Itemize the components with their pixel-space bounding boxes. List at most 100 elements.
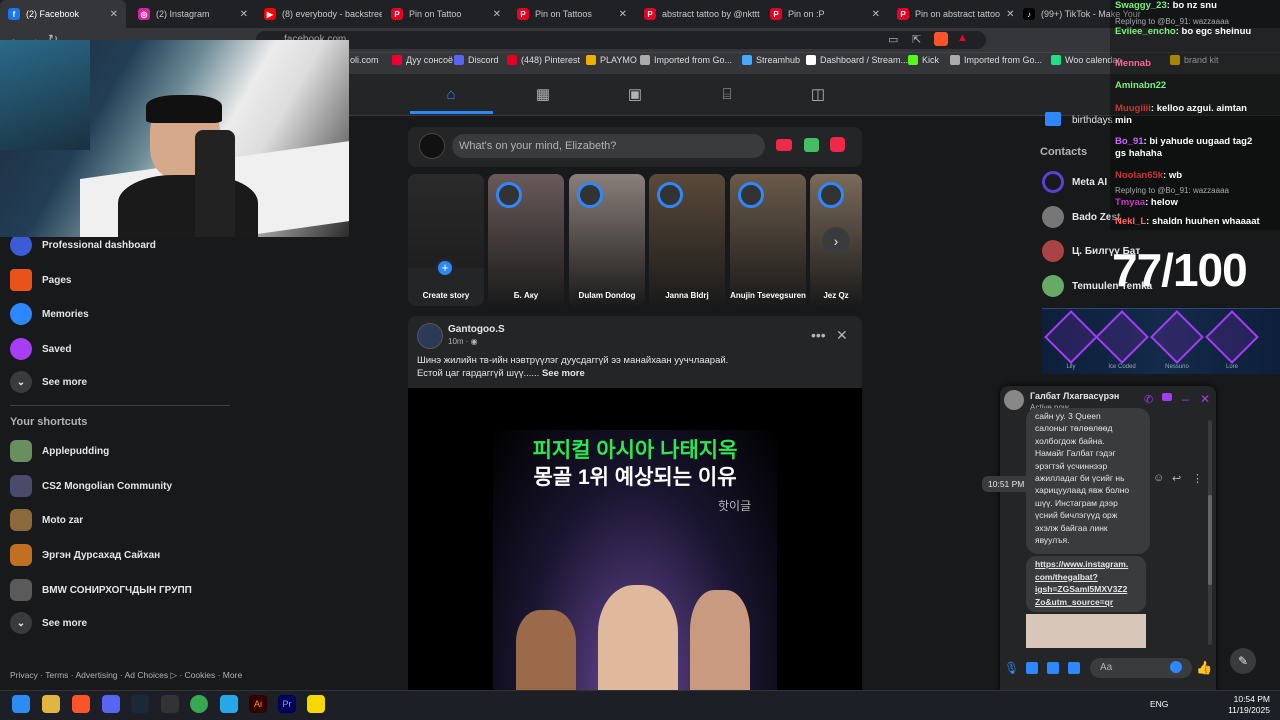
new-message-button[interactable]: ✎ — [1230, 648, 1256, 674]
message-link[interactable]: https://www.instagram. — [1035, 559, 1128, 569]
tab-close-icon[interactable]: ✕ — [872, 9, 880, 20]
call-icon[interactable]: ✆ — [1144, 393, 1153, 406]
see-more-button[interactable]: ⌄ See more — [10, 371, 87, 393]
clock-time[interactable]: 10:54 PM — [1226, 694, 1270, 704]
post-time[interactable]: 10m · ◉ — [448, 337, 478, 346]
bookmark-item[interactable]: (448) Pinterest — [507, 55, 580, 65]
browser-tab[interactable]: f (2) Facebook ✕ — [0, 0, 126, 28]
story-card[interactable]: Dulam Dondog — [569, 174, 645, 306]
discord-icon[interactable] — [102, 695, 120, 713]
bookmark-item[interactable]: Imported from Go... — [640, 55, 732, 65]
brave-icon[interactable] — [72, 695, 90, 713]
live-video-icon[interactable] — [776, 139, 792, 151]
video-icon[interactable]: ▦ — [534, 86, 552, 104]
obs-icon[interactable] — [161, 695, 179, 713]
close-icon[interactable]: ✕ — [836, 327, 848, 344]
link-preview-image[interactable] — [1026, 614, 1146, 648]
reel-icon[interactable] — [830, 137, 845, 152]
address-bar[interactable]: facebook.com — [256, 31, 986, 49]
footer-links[interactable]: Privacy · Terms · Advertising · Ad Choic… — [10, 670, 242, 681]
contact-item[interactable]: Meta AI — [1042, 171, 1107, 193]
post-author-avatar[interactable] — [417, 323, 443, 349]
sticker-icon[interactable] — [1047, 662, 1059, 674]
sidebar-item[interactable]: Professional dashboard — [10, 234, 156, 256]
bookmark-item[interactable]: oli.com — [350, 55, 379, 65]
stories-next-button[interactable]: › — [822, 227, 850, 255]
sidebar-item[interactable]: Memories — [10, 303, 89, 325]
bookmark-item[interactable]: Дуу сонсоё — [392, 55, 453, 65]
marketplace-icon[interactable]: ⌸ — [718, 86, 736, 104]
reply-icon[interactable]: ↩ — [1172, 472, 1181, 485]
shortcut-item[interactable]: CS2 Mongolian Community — [10, 475, 172, 497]
premiere-icon[interactable]: Pr — [278, 695, 296, 713]
see-more-shortcuts-button[interactable]: ⌄ See more — [10, 612, 87, 634]
sidebar-item[interactable]: Saved — [10, 338, 71, 360]
illustrator-icon[interactable]: Ai — [249, 695, 267, 713]
tab-close-icon[interactable]: ✕ — [240, 9, 248, 20]
shortcut-item[interactable]: Эргэн Дурсахад Сайхан — [10, 544, 160, 566]
chat-name[interactable]: Галбат Лхагвасүрэн — [1030, 391, 1119, 401]
shortcut-item[interactable]: Moto zar — [10, 509, 83, 531]
brave-shield-icon[interactable] — [934, 32, 948, 46]
tab-close-icon[interactable]: ✕ — [1006, 9, 1014, 20]
gaming-icon[interactable]: ◫ — [809, 86, 827, 104]
browser-tab[interactable]: ◎ (2) Instagram ✕ — [130, 0, 256, 28]
bookmark-item[interactable]: PLAYMO — [586, 55, 637, 65]
bookmark-item[interactable]: Kick — [908, 55, 939, 65]
video-call-icon[interactable] — [1162, 393, 1172, 401]
rewards-icon[interactable]: ▲ — [957, 32, 968, 44]
story-card[interactable]: Anujin Tsevegsuren — [730, 174, 806, 306]
windows-start-icon[interactable] — [12, 695, 30, 713]
bookmark-item[interactable]: Dashboard / Stream... — [806, 55, 908, 65]
chat-scrollbar-thumb[interactable] — [1208, 495, 1212, 585]
photo-icon[interactable] — [804, 138, 819, 152]
language-indicator[interactable]: ENG — [1150, 699, 1168, 709]
browser-tab[interactable]: Pabstract tattoo by @nkttt✕ — [636, 0, 762, 28]
home-icon[interactable]: ⌂ — [442, 86, 460, 104]
contact-item[interactable]: Bado Zest — [1042, 206, 1120, 228]
sidebar-item[interactable]: Pages — [10, 269, 71, 291]
chat-avatar[interactable] — [1004, 390, 1024, 410]
browser-tab[interactable]: ▶(8) everybody - backstreet✕ — [256, 0, 382, 28]
bookmark-item[interactable]: Discord — [454, 55, 499, 65]
screen-icon[interactable]: ▭ — [888, 33, 898, 46]
tab-close-icon[interactable]: ✕ — [619, 9, 627, 20]
bookmark-item[interactable]: Imported from Go... — [950, 55, 1042, 65]
post-see-more-link[interactable]: See more — [542, 368, 585, 379]
story-card[interactable]: Janna Bldrj — [649, 174, 725, 306]
post-author[interactable]: Gantogoo.S — [448, 324, 505, 335]
message-link[interactable]: igsh=ZGSamI5MXV3Z2 — [1035, 584, 1127, 594]
story-card[interactable]: + Create story — [408, 174, 484, 306]
browser-tab[interactable]: P Pin on abstract tattoo ✕ — [889, 0, 1015, 28]
browser-tab[interactable]: P Pin on :P ✕ — [762, 0, 888, 28]
avatar[interactable] — [419, 133, 445, 159]
close-chat-icon[interactable]: ✕ — [1200, 392, 1210, 406]
bookmark-item[interactable]: Streamhub — [742, 55, 800, 65]
gif-icon[interactable] — [1068, 662, 1080, 674]
emoji-icon[interactable] — [1170, 661, 1182, 673]
file-explorer-icon[interactable] — [42, 695, 60, 713]
sticky-notes-icon[interactable] — [307, 695, 325, 713]
react-icon[interactable]: ☺ — [1153, 472, 1164, 484]
composer-input[interactable]: What's on your mind, Elizabeth? — [452, 134, 765, 158]
story-card[interactable]: Б. Аку — [488, 174, 564, 306]
watch-icon[interactable]: ▣ — [626, 86, 644, 104]
message-link[interactable]: Zo&utm_source=qr — [1035, 597, 1113, 607]
browser-tab[interactable]: P Pin on Tattoo ✕ — [383, 0, 509, 28]
share-icon[interactable]: ⇱ — [912, 33, 921, 46]
more-options-icon[interactable]: ••• — [811, 327, 826, 343]
clock-date[interactable]: 11/19/2025 — [1220, 705, 1270, 715]
more-icon[interactable]: ⋮ — [1192, 472, 1203, 485]
tab-close-icon[interactable]: ✕ — [493, 9, 501, 20]
message-link[interactable]: com/thegalbat? — [1035, 572, 1098, 582]
shortcut-item[interactable]: Applepudding — [10, 440, 109, 462]
mic-icon[interactable]: 🎙 — [1004, 661, 1019, 675]
telegram-icon[interactable] — [220, 695, 238, 713]
shortcut-item[interactable]: BMW СОНИРХОГЧДЫН ГРУПП — [10, 579, 192, 601]
chrome-icon[interactable] — [190, 695, 208, 713]
tab-close-icon[interactable]: ✕ — [110, 9, 118, 20]
photo-attach-icon[interactable] — [1026, 662, 1038, 674]
minimize-icon[interactable]: – — [1182, 392, 1189, 406]
like-icon[interactable]: 👍 — [1196, 660, 1212, 676]
browser-tab[interactable]: P Pin on Tattoos ✕ — [509, 0, 635, 28]
